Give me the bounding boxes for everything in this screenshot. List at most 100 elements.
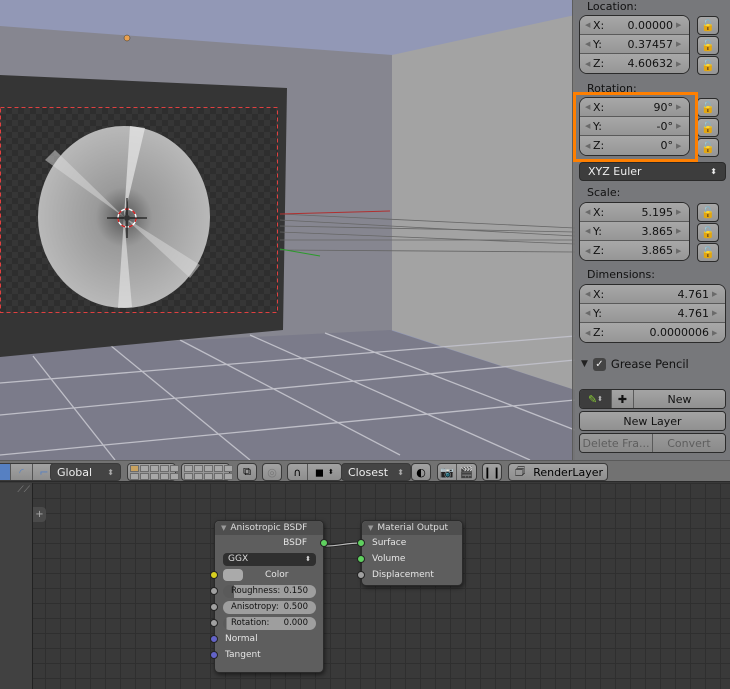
color-swatch[interactable] [223, 569, 243, 581]
decrement-arrow-icon[interactable]: ◀ [585, 21, 593, 29]
increment-arrow-icon[interactable]: ▶ [676, 21, 684, 29]
increment-arrow-icon[interactable]: ▶ [712, 329, 720, 337]
layer-buttons [184, 464, 233, 480]
lock-icon[interactable]: 🔓 [697, 36, 719, 55]
proportional-edit-icon[interactable]: ◎ [262, 463, 282, 481]
snap-rotation-icon[interactable]: ◐ [411, 463, 431, 481]
increment-arrow-icon[interactable]: ▶ [676, 227, 684, 235]
light-origin-icon[interactable] [123, 34, 131, 42]
increment-arrow-icon[interactable]: ▶ [676, 40, 684, 48]
surface-input-socket[interactable] [357, 539, 365, 547]
new-layer-button[interactable]: New Layer [580, 412, 725, 430]
roughness-slider[interactable]: Roughness: 0.150 [223, 584, 316, 598]
decrement-arrow-icon[interactable]: ◀ [585, 142, 593, 150]
lock-icon[interactable]: 🔓 [697, 243, 719, 262]
dimensions-y-field[interactable]: ◀ Y: 4.761 ▶ [580, 304, 725, 323]
lock-icon[interactable]: 🔓 [697, 98, 719, 117]
scale-y-field[interactable]: ◀ Y: 3.865 ▶ [580, 222, 689, 241]
increment-arrow-icon[interactable]: ▶ [676, 103, 684, 111]
anisotropy-field[interactable]: Anisotropy: 0.500 [223, 600, 316, 614]
increment-arrow-icon[interactable]: ▶ [712, 309, 720, 317]
lock-icon[interactable]: 🔓 [697, 223, 719, 242]
decrement-arrow-icon[interactable]: ◀ [585, 122, 593, 130]
rotation-label: Rotation: [587, 82, 637, 95]
snap-magnet-icon[interactable]: ∩ [288, 464, 308, 480]
snap-target-dropdown[interactable]: Closest ⬍ [341, 463, 411, 481]
rotation-x-field[interactable]: ◀ X: 90° ▶ [580, 98, 689, 117]
scale-z-field[interactable]: ◀ Z: 3.865 ▶ [580, 241, 689, 260]
decrement-arrow-icon[interactable]: ◀ [585, 329, 593, 337]
transform-orientation-dropdown[interactable]: Global ⬍ [50, 463, 121, 481]
plus-icon[interactable]: ✚ [612, 390, 634, 408]
opengl-render-image-icon[interactable]: 📷 [438, 464, 458, 480]
decrement-arrow-icon[interactable]: ◀ [585, 227, 593, 235]
new-layer-row: New Layer [579, 411, 726, 431]
scene-layers-1[interactable] [127, 463, 179, 481]
bsdf-output-socket[interactable] [320, 539, 328, 547]
grease-pencil-header[interactable]: ▼ ✓ Grease Pencil [581, 354, 726, 374]
delete-frame-button[interactable]: Delete Fra... [580, 434, 653, 452]
lock-icon[interactable]: 🔓 [697, 16, 719, 35]
roughness-input-socket[interactable] [210, 587, 218, 595]
render-buttons: 📷 🎬 [437, 463, 477, 481]
pencil-data-dropdown[interactable]: ✎ ⬍ [580, 390, 612, 408]
updown-arrow-icon: ⬍ [597, 395, 604, 403]
render-layer-selector[interactable]: 🗇 RenderLayer [508, 463, 608, 481]
snap-element-dropdown[interactable]: ◼ ⬍ [308, 464, 341, 480]
volume-input-socket[interactable] [357, 555, 365, 563]
increment-arrow-icon[interactable]: ▶ [676, 247, 684, 255]
dimensions-x-field[interactable]: ◀ X: 4.761 ▶ [580, 285, 725, 304]
decrement-arrow-icon[interactable]: ◀ [585, 309, 593, 317]
rotation-z-field[interactable]: ◀ Z: 0° ▶ [580, 136, 689, 155]
collapse-triangle-icon[interactable]: ▼ [581, 359, 588, 369]
node-editor[interactable]: ▼ Anisotropic BSDF BSDF GGX ⬍ Color Roughn… [0, 483, 730, 689]
rotation-y-field[interactable]: ◀ Y: -0° ▶ [580, 117, 689, 136]
rotation-mode-dropdown[interactable]: XYZ Euler ⬍ [579, 162, 726, 181]
location-x-field[interactable]: ◀ X: 0.00000 ▶ [580, 16, 689, 35]
scale-x-field[interactable]: ◀ X: 5.195 ▶ [580, 203, 689, 222]
lock-icon[interactable]: 🔓 [697, 118, 719, 137]
new-button[interactable]: New [634, 390, 725, 408]
scene-layers-2[interactable] [181, 463, 233, 481]
distribution-dropdown[interactable]: GGX ⬍ [223, 552, 316, 566]
decrement-arrow-icon[interactable]: ◀ [585, 60, 593, 68]
rotation-slider[interactable]: Rotation: 0.000 [223, 616, 316, 630]
increment-arrow-icon[interactable]: ▶ [676, 122, 684, 130]
snap-group: ∩ ◼ ⬍ [287, 463, 342, 481]
decrement-arrow-icon[interactable]: ◀ [585, 103, 593, 111]
lock-icon[interactable]: 🔓 [697, 138, 719, 157]
dimensions-z-field[interactable]: ◀ Z: 0.0000006 ▶ [580, 323, 725, 342]
collapse-triangle-icon[interactable]: ▼ [221, 524, 226, 532]
location-y-field[interactable]: ◀ Y: 0.37457 ▶ [580, 35, 689, 54]
convert-button[interactable]: Convert [653, 434, 725, 452]
tangent-input-socket[interactable] [210, 651, 218, 659]
rotate-manipulator-icon[interactable]: ◜ [11, 464, 33, 480]
expand-toolshelf-plus-icon[interactable]: + [33, 507, 46, 522]
grease-pencil-checkbox[interactable]: ✓ [592, 357, 606, 371]
translate-manipulator-icon[interactable] [0, 464, 11, 480]
opengl-render-animation-icon[interactable]: 🎬 [457, 464, 476, 480]
decrement-arrow-icon[interactable]: ◀ [585, 247, 593, 255]
anisotropic-bsdf-node[interactable]: ▼ Anisotropic BSDF BSDF GGX ⬍ Color Roughn… [210, 520, 328, 673]
decrement-arrow-icon[interactable]: ◀ [585, 40, 593, 48]
anisotropy-input-socket[interactable] [210, 603, 218, 611]
color-input-socket[interactable] [210, 571, 218, 579]
decrement-arrow-icon[interactable]: ◀ [585, 208, 593, 216]
material-output-node[interactable]: ▼ Material Output Surface Volume Displace… [357, 520, 463, 586]
increment-arrow-icon[interactable]: ▶ [676, 142, 684, 150]
lock-icon[interactable]: 🔓 [697, 203, 719, 222]
pause-icon[interactable]: ❙❙ [482, 463, 502, 481]
displacement-input-socket[interactable] [357, 571, 365, 579]
increment-arrow-icon[interactable]: ▶ [712, 290, 720, 298]
increment-arrow-icon[interactable]: ▶ [676, 208, 684, 216]
resize-handle-icon[interactable]: ⟋⟋ [17, 485, 30, 495]
lock-icon[interactable]: 🔓 [697, 56, 719, 75]
decrement-arrow-icon[interactable]: ◀ [585, 290, 593, 298]
location-z-field[interactable]: ◀ Z: 4.60632 ▶ [580, 54, 689, 73]
node-editor-toolshelf: ⟋⟋ [0, 483, 33, 689]
rotation-input-socket[interactable] [210, 619, 218, 627]
collapse-triangle-icon[interactable]: ▼ [368, 524, 373, 532]
increment-arrow-icon[interactable]: ▶ [676, 60, 684, 68]
lock-camera-layers-icon[interactable]: ⧉ [237, 463, 257, 481]
normal-input-socket[interactable] [210, 635, 218, 643]
